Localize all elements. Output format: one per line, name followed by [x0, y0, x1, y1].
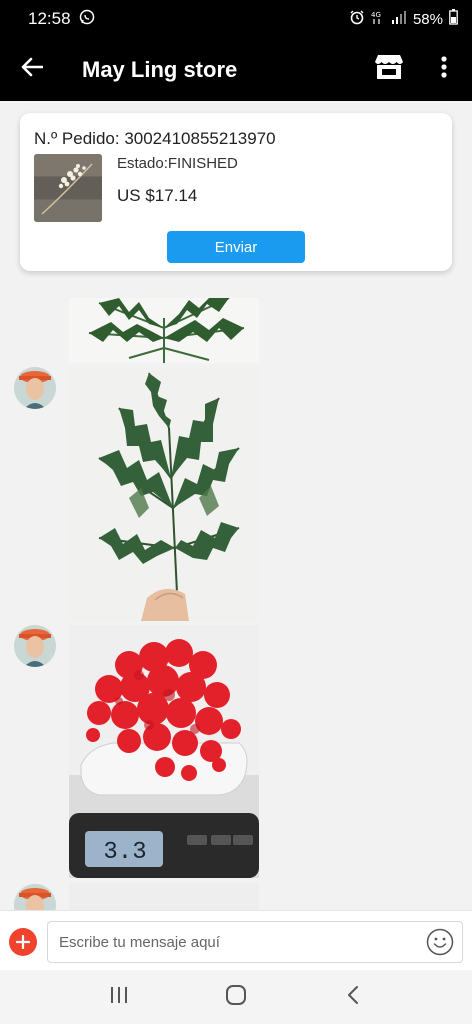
order-card[interactable]: N.º Pedido: 3002410855213970 Estado:FINI…	[20, 113, 452, 271]
chat-messages[interactable]: 3.3	[0, 290, 472, 910]
home-icon	[225, 984, 247, 1011]
battery-icon	[449, 9, 458, 29]
battery-label: 58%	[412, 10, 443, 28]
more-options-button[interactable]	[430, 52, 458, 86]
message-input-bar	[0, 910, 472, 970]
app-bar: May Ling store	[0, 38, 472, 101]
page-title: May Ling store	[82, 56, 238, 82]
avatar[interactable]	[14, 367, 56, 409]
plus-icon	[15, 931, 31, 953]
recent-apps-icon	[109, 986, 129, 1009]
order-thumbnail[interactable]	[34, 154, 102, 222]
store-button[interactable]	[372, 52, 406, 86]
4g-icon: 4G	[371, 9, 385, 29]
status-bar: 12:58 4G 58%	[0, 0, 472, 38]
message-input[interactable]	[47, 921, 463, 963]
emoji-icon	[426, 928, 454, 960]
message-image-fern-held[interactable]	[69, 368, 259, 621]
message-image-fern[interactable]	[69, 298, 259, 363]
store-icon	[374, 54, 404, 85]
whatsapp-icon	[79, 9, 95, 30]
scale-reading: 3.3	[103, 839, 146, 866]
status-time: 12:58	[28, 9, 71, 28]
avatar[interactable]	[14, 625, 56, 667]
more-vertical-icon	[441, 55, 447, 83]
svg-text:4G: 4G	[371, 11, 381, 19]
attach-button[interactable]	[9, 928, 37, 956]
recent-apps-button[interactable]	[89, 977, 149, 1017]
signal-icon	[391, 10, 407, 28]
send-order-button[interactable]: Enviar	[167, 231, 305, 263]
order-status: Estado:FINISHED	[117, 155, 238, 172]
chevron-left-icon	[346, 985, 360, 1010]
order-number: N.º Pedido: 3002410855213970	[34, 129, 276, 148]
emoji-button[interactable]	[426, 928, 454, 956]
back-button[interactable]	[0, 38, 64, 101]
avatar[interactable]	[14, 884, 56, 910]
alarm-icon	[349, 9, 365, 29]
system-nav-bar	[0, 970, 472, 1024]
home-button[interactable]	[206, 977, 266, 1017]
message-image-partial[interactable]	[69, 883, 259, 910]
back-arrow-icon	[21, 57, 44, 82]
order-price: US $17.14	[117, 186, 198, 205]
system-back-button[interactable]	[323, 977, 383, 1017]
message-image-red-flowers[interactable]: 3.3	[69, 625, 259, 878]
